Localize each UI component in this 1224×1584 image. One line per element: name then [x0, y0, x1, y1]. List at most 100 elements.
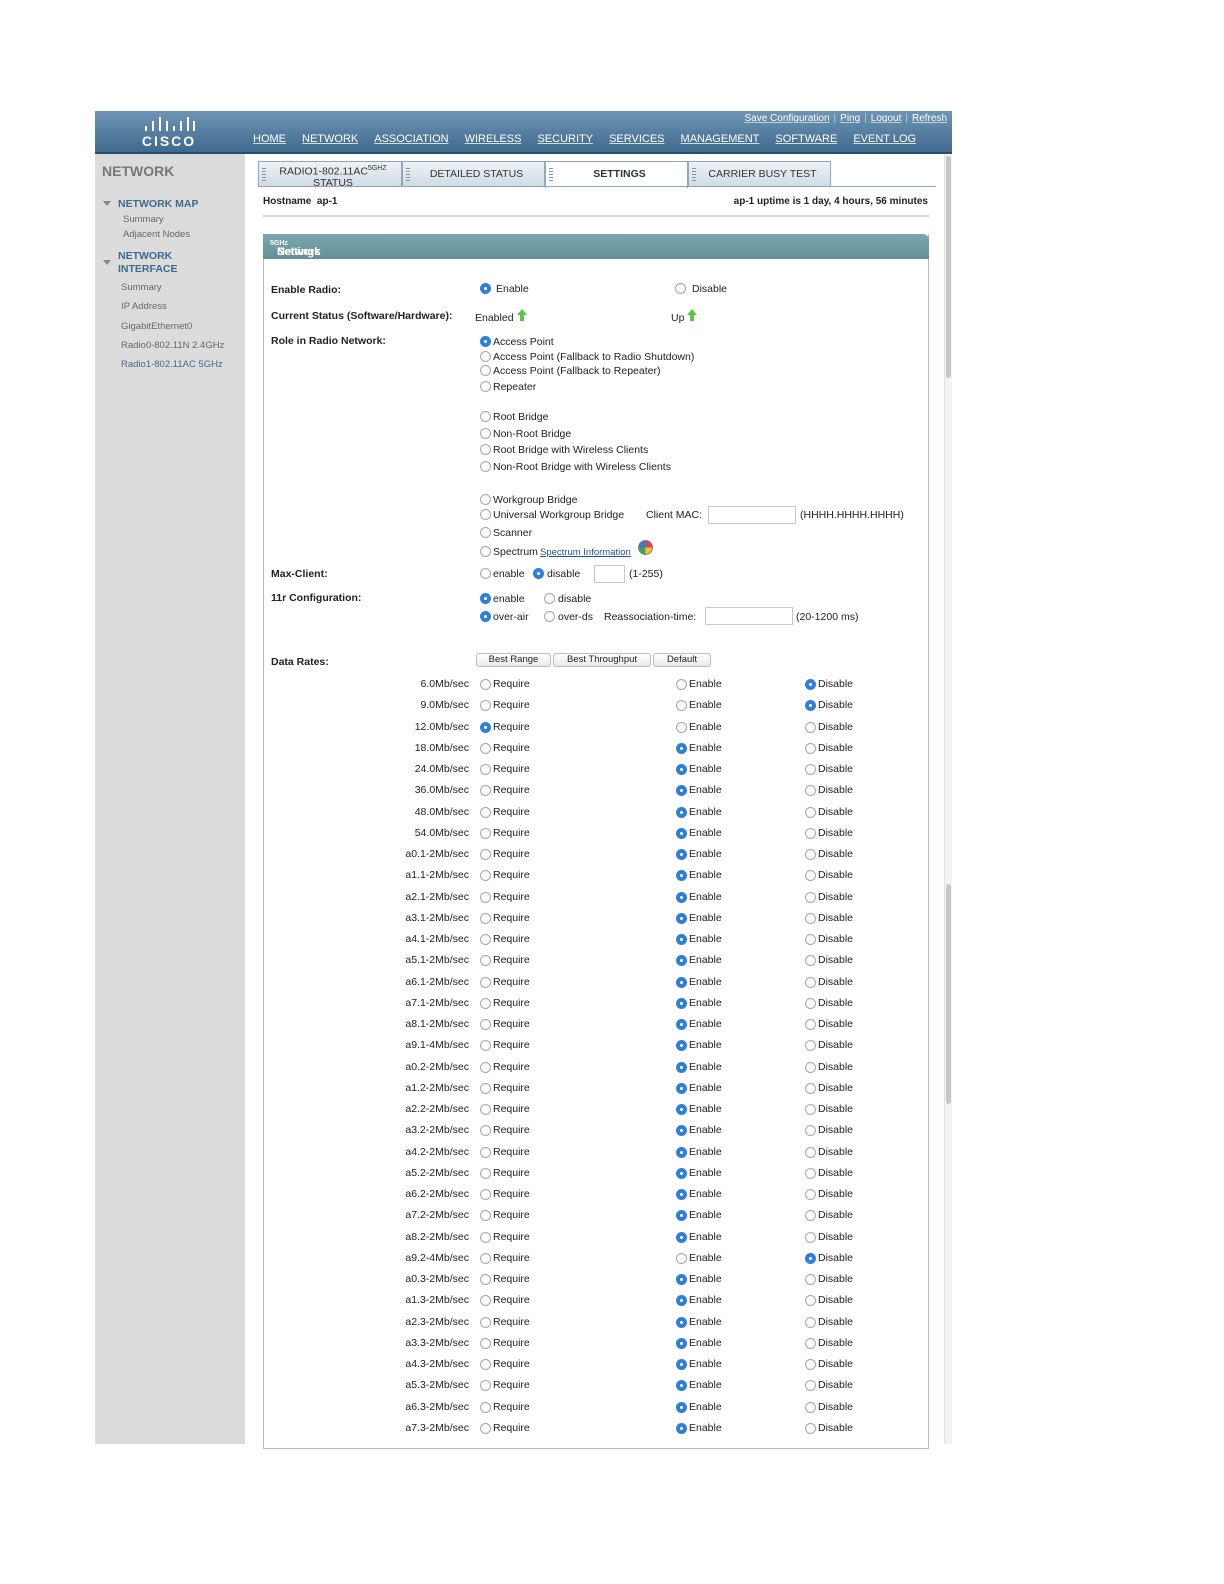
rate-disable-radio[interactable]: [805, 1210, 816, 1221]
rate-require-radio[interactable]: [480, 1317, 491, 1328]
rate-require-radio[interactable]: [480, 1210, 491, 1221]
rate-disable-radio[interactable]: [805, 934, 816, 945]
rate-disable-radio[interactable]: [805, 722, 816, 733]
sidebar-item-ip-address[interactable]: IP Address: [121, 301, 167, 312]
rate-require-radio[interactable]: [480, 1295, 491, 1306]
rate-require-radio[interactable]: [480, 1253, 491, 1264]
rate-require-radio[interactable]: [480, 849, 491, 860]
rate-require-radio[interactable]: [480, 1083, 491, 1094]
sidebar-section-network-map[interactable]: NETWORK MAP: [118, 198, 199, 211]
rate-disable-radio[interactable]: [805, 1274, 816, 1285]
nav-services[interactable]: SERVICES: [609, 133, 664, 145]
rate-disable-radio[interactable]: [805, 1359, 816, 1370]
rate-enable-radio[interactable]: [676, 1040, 687, 1051]
rate-enable-radio[interactable]: [676, 934, 687, 945]
client-mac-input[interactable]: [708, 506, 796, 524]
rate-require-radio[interactable]: [480, 1104, 491, 1115]
rate-require-radio[interactable]: [480, 743, 491, 754]
rate-require-radio[interactable]: [480, 913, 491, 924]
rate-enable-radio[interactable]: [676, 764, 687, 775]
rate-disable-radio[interactable]: [805, 1125, 816, 1136]
role-option-workgroup-bridge[interactable]: [480, 494, 491, 505]
rate-enable-radio[interactable]: [676, 679, 687, 690]
rate-require-radio[interactable]: [480, 955, 491, 966]
rate-require-radio[interactable]: [480, 1125, 491, 1136]
nav-management[interactable]: MANAGEMENT: [681, 133, 760, 145]
rate-require-radio[interactable]: [480, 1423, 491, 1434]
rate-enable-radio[interactable]: [676, 1253, 687, 1264]
rate-disable-radio[interactable]: [805, 828, 816, 839]
rate-require-radio[interactable]: [480, 870, 491, 881]
rate-require-radio[interactable]: [480, 785, 491, 796]
role-option-ap-fallback-repeater[interactable]: [480, 365, 491, 376]
rate-enable-radio[interactable]: [676, 743, 687, 754]
rate-disable-radio[interactable]: [805, 1295, 816, 1306]
rate-disable-radio[interactable]: [805, 807, 816, 818]
role-option-non-root-bridge-clients[interactable]: [480, 461, 491, 472]
rate-disable-radio[interactable]: [805, 1168, 816, 1179]
rate-require-radio[interactable]: [480, 700, 491, 711]
logout-link[interactable]: Logout: [871, 113, 902, 124]
rate-disable-radio[interactable]: [805, 764, 816, 775]
role-option-repeater[interactable]: [480, 381, 491, 392]
rate-disable-radio[interactable]: [805, 1338, 816, 1349]
max-client-enable-option[interactable]: [480, 568, 491, 579]
rate-disable-radio[interactable]: [805, 955, 816, 966]
rate-require-radio[interactable]: [480, 828, 491, 839]
enable-radio-enable-option[interactable]: [480, 283, 491, 294]
rate-disable-radio[interactable]: [805, 743, 816, 754]
best-throughput-button[interactable]: Best Throughput: [553, 653, 651, 667]
rate-disable-radio[interactable]: [805, 1083, 816, 1094]
scrollbar-thumb[interactable]: [946, 156, 951, 378]
rate-enable-radio[interactable]: [676, 1083, 687, 1094]
save-configuration-link[interactable]: Save Configuration: [744, 113, 829, 124]
sidebar-item-interface-summary[interactable]: Summary: [121, 282, 162, 293]
role-option-spectrum[interactable]: [480, 546, 491, 557]
rate-enable-radio[interactable]: [676, 1402, 687, 1413]
default-button[interactable]: Default: [653, 653, 711, 667]
rate-disable-radio[interactable]: [805, 913, 816, 924]
tab-radio-status[interactable]: RADIO1-802.11AC5GHZ STATUS: [258, 161, 402, 188]
spectrum-globe-icon[interactable]: [638, 540, 653, 555]
sidebar-item-adjacent-nodes[interactable]: Adjacent Nodes: [123, 229, 190, 240]
rate-disable-radio[interactable]: [805, 1380, 816, 1391]
rate-enable-radio[interactable]: [676, 1019, 687, 1030]
rate-enable-radio[interactable]: [676, 1317, 687, 1328]
nav-home[interactable]: HOME: [253, 133, 286, 145]
rate-disable-radio[interactable]: [805, 1253, 816, 1264]
tab-detailed-status[interactable]: DETAILED STATUS: [402, 161, 545, 187]
refresh-link[interactable]: Refresh: [912, 113, 947, 124]
nav-network[interactable]: NETWORK: [302, 133, 358, 145]
rate-enable-radio[interactable]: [676, 913, 687, 924]
rate-require-radio[interactable]: [480, 977, 491, 988]
rate-require-radio[interactable]: [480, 679, 491, 690]
rate-require-radio[interactable]: [480, 1274, 491, 1285]
r11-over-air-option[interactable]: [480, 611, 491, 622]
rate-enable-radio[interactable]: [676, 700, 687, 711]
rate-enable-radio[interactable]: [676, 1380, 687, 1391]
max-client-disable-option[interactable]: [533, 568, 544, 579]
rate-require-radio[interactable]: [480, 1147, 491, 1158]
rate-disable-radio[interactable]: [805, 892, 816, 903]
sidebar-item-map-summary[interactable]: Summary: [123, 214, 164, 225]
tab-carrier-busy-test[interactable]: CARRIER BUSY TEST: [688, 161, 831, 187]
rate-require-radio[interactable]: [480, 722, 491, 733]
rate-enable-radio[interactable]: [676, 955, 687, 966]
spectrum-information-link[interactable]: Spectrum Information: [540, 547, 631, 558]
rate-require-radio[interactable]: [480, 1189, 491, 1200]
rate-disable-radio[interactable]: [805, 1423, 816, 1434]
rate-require-radio[interactable]: [480, 892, 491, 903]
rate-disable-radio[interactable]: [805, 679, 816, 690]
rate-disable-radio[interactable]: [805, 700, 816, 711]
rate-require-radio[interactable]: [480, 1402, 491, 1413]
rate-disable-radio[interactable]: [805, 1232, 816, 1243]
rate-require-radio[interactable]: [480, 807, 491, 818]
rate-enable-radio[interactable]: [676, 1338, 687, 1349]
rate-enable-radio[interactable]: [676, 1104, 687, 1115]
rate-enable-radio[interactable]: [676, 1168, 687, 1179]
role-option-root-bridge-clients[interactable]: [480, 444, 491, 455]
rate-enable-radio[interactable]: [676, 998, 687, 1009]
rate-enable-radio[interactable]: [676, 1125, 687, 1136]
rate-disable-radio[interactable]: [805, 785, 816, 796]
rate-enable-radio[interactable]: [676, 870, 687, 881]
